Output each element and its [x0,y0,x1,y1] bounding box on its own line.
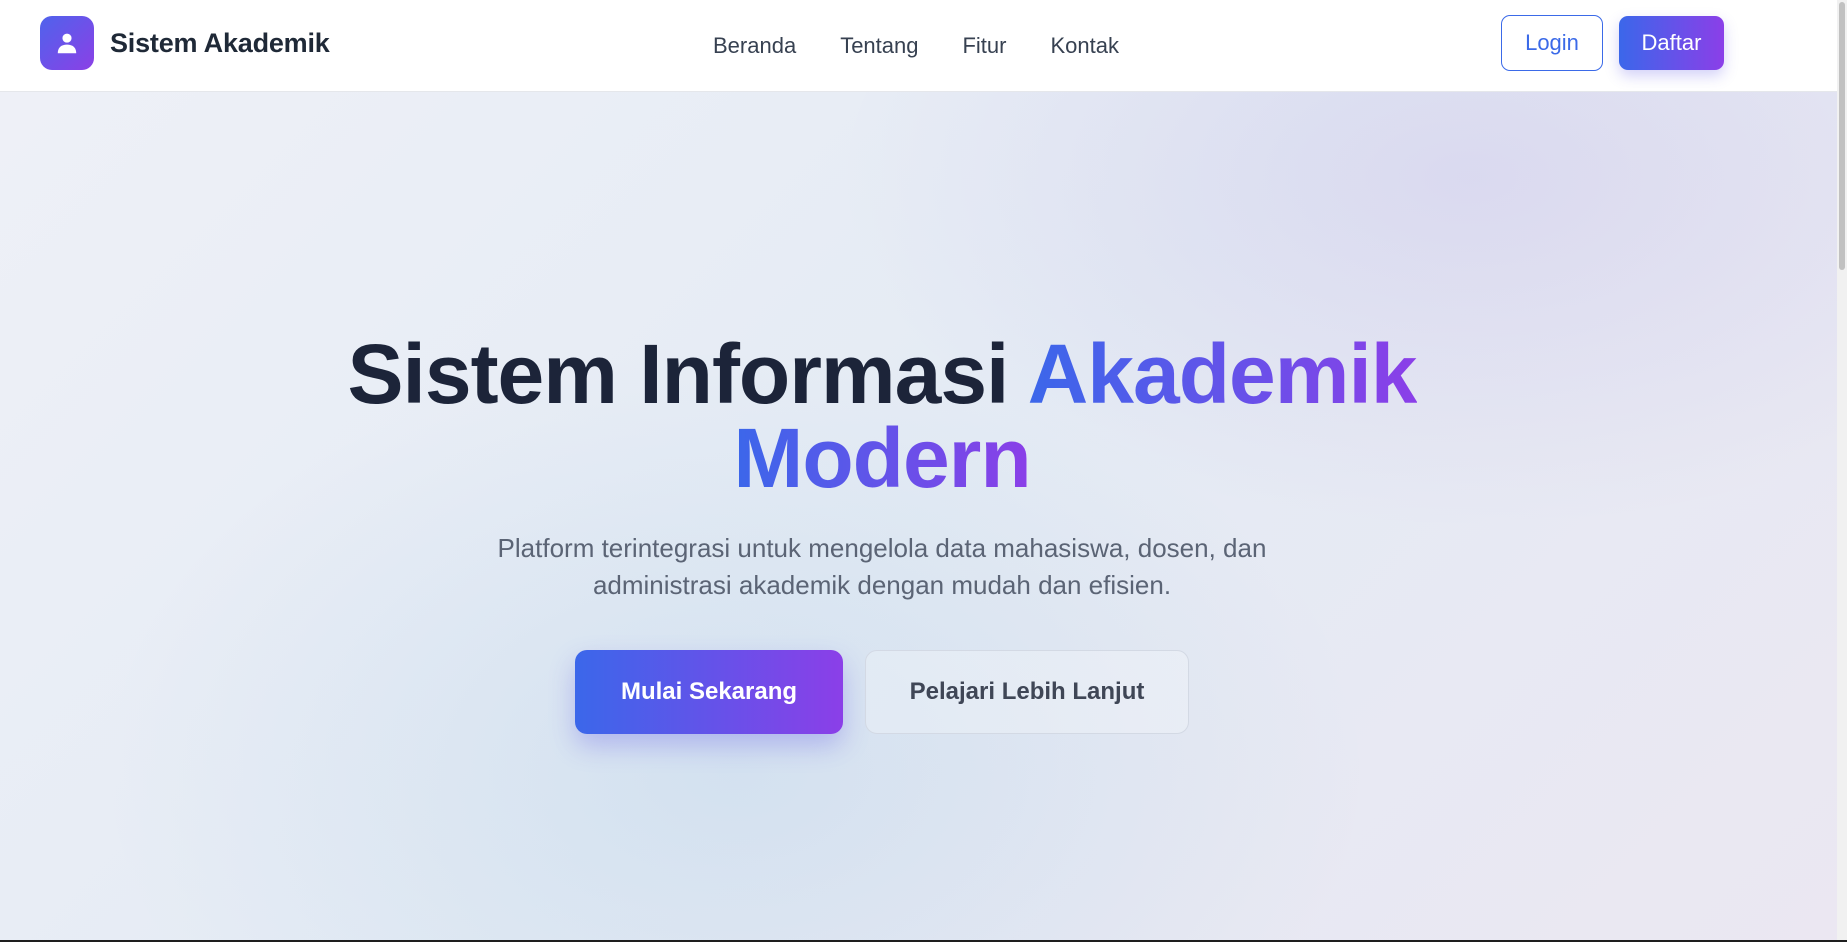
hero-title-highlight-line2: Modern [733,411,1031,505]
brand[interactable]: Sistem Akademik [40,16,330,70]
hero-title: Sistem Informasi Akademik Modern [0,332,1764,500]
login-button[interactable]: Login [1501,15,1603,71]
get-started-button[interactable]: Mulai Sekarang [575,650,843,734]
nav-link-beranda[interactable]: Beranda [713,33,796,59]
brand-name: Sistem Akademik [110,27,330,58]
hero-subtitle: Platform terintegrasi untuk mengelola da… [432,530,1332,604]
navbar: Sistem Akademik Beranda Tentang Fitur Ko… [0,0,1837,92]
scrollbar-thumb[interactable] [1839,2,1845,270]
nav-link-kontak[interactable]: Kontak [1050,33,1119,59]
hero-subtitle-line1: Platform terintegrasi untuk mengelola da… [497,533,1267,563]
page-scrollbar[interactable] [1837,0,1847,940]
hero-subtitle-line2: administrasi akademik dengan mudah dan e… [592,570,1172,600]
register-button[interactable]: Daftar [1619,16,1724,70]
hero-title-highlight: Akademik [1027,327,1418,421]
user-icon [40,16,94,70]
hero-title-plain: Sistem Informasi [347,327,1010,421]
hero-section: Sistem Informasi Akademik Modern Platfor… [0,92,1837,940]
main-nav: Beranda Tentang Fitur Kontak [713,0,1119,92]
nav-link-fitur[interactable]: Fitur [962,33,1006,59]
learn-more-button[interactable]: Pelajari Lebih Lanjut [865,650,1189,734]
nav-link-tentang[interactable]: Tentang [840,33,918,59]
page-viewport: Sistem Akademik Beranda Tentang Fitur Ko… [0,0,1847,940]
